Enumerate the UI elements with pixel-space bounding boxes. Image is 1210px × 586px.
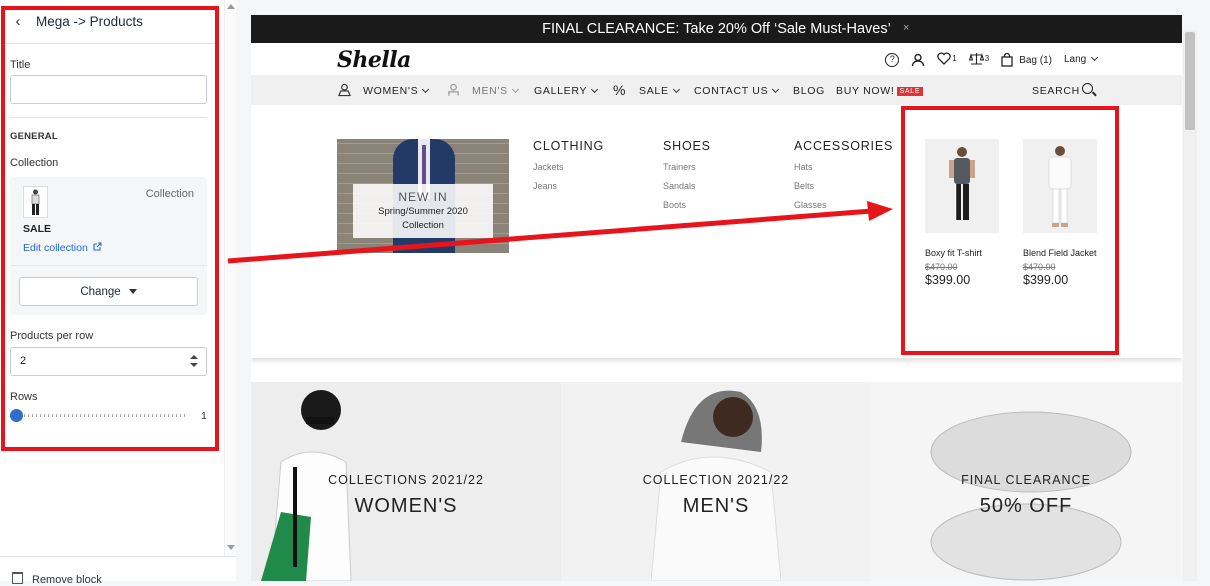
nav-search[interactable]: SEARCH [1032, 85, 1080, 97]
nav-sale[interactable]: SALE [639, 85, 680, 97]
promo-label: NEW IN Spring/Summer 2020 Collection [353, 184, 493, 238]
nav-womens[interactable]: WOMEN'S [363, 85, 430, 97]
account-icon[interactable] [911, 53, 925, 67]
woman-icon [338, 83, 351, 97]
scroll-down-icon[interactable] [227, 545, 235, 550]
heart-icon [937, 52, 952, 65]
nav-blog[interactable]: BLOG [793, 85, 825, 97]
nav-gallery-label: GALLERY [534, 85, 588, 97]
hero-subtitle: COLLECTION 2021/22 [642, 473, 790, 487]
nav-mens[interactable]: MEN'S [472, 85, 519, 97]
bag-icon [1001, 53, 1013, 67]
chevron-down-icon [1090, 53, 1099, 62]
menu-link[interactable]: Boots [663, 200, 711, 210]
menu-link[interactable]: Jackets [533, 162, 604, 172]
panel-scrollbar[interactable] [224, 0, 236, 556]
hero-title: WOMEN'S [354, 495, 458, 517]
highlight-box-products [901, 106, 1119, 355]
hero-title: 50% OFF [979, 495, 1073, 517]
hero-title: MEN'S [682, 495, 750, 517]
menu-link[interactable]: Jeans [533, 181, 604, 191]
nav-mens-label: MEN'S [472, 85, 508, 97]
column-heading[interactable]: CLOTHING [533, 139, 604, 153]
lang-label: Lang [1063, 54, 1087, 65]
language-selector[interactable]: Lang [1063, 53, 1099, 65]
hero-text: FINAL CLEARANCE 50% OFF [911, 473, 1141, 518]
column-heading[interactable]: SHOES [663, 139, 711, 153]
hero-banner-womens[interactable]: COLLECTIONS 2021/22 WOMEN'S [251, 382, 561, 581]
chevron-down-icon [511, 85, 519, 94]
hero-subtitle: COLLECTIONS 2021/22 [328, 473, 484, 487]
store-logo[interactable]: Shella [337, 47, 411, 73]
menu-link[interactable]: Glasses [794, 200, 893, 210]
hero-banner-clearance[interactable]: FINAL CLEARANCE 50% OFF [871, 382, 1182, 581]
search-icon[interactable] [1082, 83, 1093, 94]
trash-icon [12, 572, 23, 584]
menu-column-accessories: ACCESSORIES Hats Belts Glasses [794, 139, 893, 210]
nav-contact-label: CONTACT US [694, 85, 769, 97]
wishlist-count: 1 [952, 53, 957, 63]
menu-link[interactable]: Belts [794, 181, 893, 191]
scroll-up-icon[interactable] [227, 4, 235, 9]
chevron-down-icon [422, 85, 430, 94]
nav-percent[interactable]: % [613, 82, 626, 98]
bag-button[interactable]: Bag (1) [1001, 53, 1052, 67]
menu-link[interactable]: Trainers [663, 162, 711, 172]
column-heading[interactable]: ACCESSORIES [794, 139, 893, 153]
wishlist-button[interactable]: 1 [937, 52, 957, 68]
menu-column-clothing: CLOTHING Jackets Jeans [533, 139, 604, 191]
chevron-down-icon [772, 85, 780, 94]
chevron-down-icon [591, 85, 599, 94]
man-icon [448, 83, 459, 96]
remove-block-button[interactable]: Remove block [32, 574, 102, 586]
scales-icon [968, 53, 984, 65]
sale-badge: SALE [896, 86, 924, 96]
main-navigation: WOMEN'S MEN'S GALLERY % SALE CONTACT US … [251, 75, 1182, 105]
nav-womens-label: WOMEN'S [363, 85, 419, 97]
nav-sale-label: SALE [639, 85, 669, 97]
hero-subtitle: FINAL CLEARANCE [961, 473, 1091, 487]
menu-link[interactable]: Hats [794, 162, 893, 172]
preview-scrollbar-thumb[interactable] [1185, 32, 1195, 130]
close-icon[interactable]: × [903, 22, 909, 34]
promo-banner[interactable]: NEW IN Spring/Summer 2020 Collection [337, 139, 509, 253]
hero-banner-mens[interactable]: COLLECTION 2021/22 MEN'S [561, 382, 871, 581]
header-icons: ? 1 3 Bag (1) [885, 52, 1052, 68]
nav-buy-now[interactable]: BUY NOW! SALE [836, 85, 924, 97]
announcement-bar: FINAL CLEARANCE: Take 20% Off ‘Sale Must… [251, 15, 1182, 43]
preview-scrollbar[interactable] [1183, 30, 1197, 581]
promo-title: NEW IN [398, 190, 448, 204]
announcement-text: FINAL CLEARANCE: Take 20% Off ‘Sale Must… [542, 21, 891, 37]
nav-buy-now-label: BUY NOW! [836, 85, 895, 97]
nav-contact[interactable]: CONTACT US [694, 85, 780, 97]
menu-link[interactable]: Sandals [663, 181, 711, 191]
nav-gallery[interactable]: GALLERY [534, 85, 599, 97]
menu-column-shoes: SHOES Trainers Sandals Boots [663, 139, 711, 210]
bag-label: Bag (1) [1019, 54, 1052, 66]
hero-text: COLLECTIONS 2021/22 WOMEN'S [291, 473, 521, 518]
chevron-down-icon [672, 85, 680, 94]
help-icon[interactable]: ? [885, 53, 900, 67]
hero-text: COLLECTION 2021/22 MEN'S [601, 473, 831, 518]
highlight-box-settings [1, 6, 219, 451]
compare-count: 3 [984, 53, 990, 63]
promo-line-1: Spring/Summer 2020 [378, 206, 468, 217]
header-top: Shella ? 1 3 Bag (1) Lang [251, 43, 1182, 75]
promo-line-2: Collection [402, 220, 444, 231]
panel-footer: Remove block [0, 556, 236, 586]
compare-button[interactable]: 3 [968, 52, 990, 68]
